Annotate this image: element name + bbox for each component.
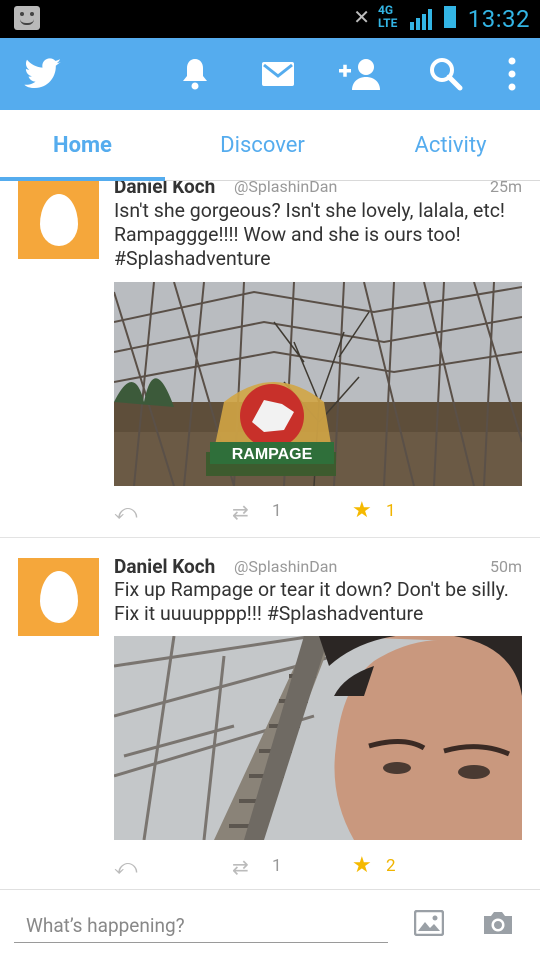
timeline-feed[interactable]: Daniel Koch @SplashinDan 25m Isn't she g…	[0, 181, 540, 889]
battery-icon	[444, 6, 456, 28]
favorite-count: 1	[386, 501, 396, 521]
retweet-count: 1	[272, 856, 282, 876]
reply-icon[interactable]: ⤺	[114, 500, 138, 525]
retweet-icon[interactable]: ⇄	[232, 500, 249, 524]
tweet-timestamp: 50m	[489, 557, 522, 576]
tweet-media-image[interactable]	[114, 636, 522, 840]
tweet-author-name[interactable]: Daniel Koch	[114, 181, 215, 198]
twitter-bird-glyph	[24, 58, 61, 88]
add-user-icon[interactable]	[336, 54, 384, 94]
mute-icon: ✕	[353, 5, 370, 29]
status-time: 13:32	[467, 5, 530, 33]
compose-tweet-input[interactable]: What’s happening?	[14, 910, 388, 943]
tab-discover[interactable]: Discover	[180, 110, 345, 180]
tab-activity[interactable]: Activity	[368, 110, 533, 180]
rampage-sign-text: RAMPAGE	[232, 446, 313, 463]
favorite-count: 2	[386, 856, 396, 876]
favorite-star-icon[interactable]: ★	[352, 853, 372, 878]
envelope-glyph	[262, 62, 294, 86]
user-avatar[interactable]	[18, 558, 99, 636]
compose-bar: What’s happening?	[0, 889, 540, 961]
magnifier-glyph	[430, 58, 463, 91]
tweet-timestamp: 25m	[489, 181, 522, 196]
tweet-media-image[interactable]: RAMPAGE	[114, 282, 522, 486]
reply-icon[interactable]: ⤺	[114, 855, 138, 880]
three-dots-glyph	[508, 57, 516, 91]
default-egg-avatar-icon	[39, 571, 78, 623]
app-action-bar	[0, 38, 540, 110]
tab-home[interactable]: Home	[0, 110, 165, 180]
tweet-text: Isn't she gorgeous? Isn't she lovely, la…	[114, 199, 505, 270]
selfie-coaster-photo	[114, 636, 522, 840]
notification-app-icon	[14, 6, 40, 30]
roller-coaster-photo: RAMPAGE	[114, 282, 522, 486]
tweet-actions: ⤺ ⇄ 1 ★ 1	[114, 498, 524, 528]
overflow-menu-icon[interactable]	[500, 54, 524, 94]
messages-envelope-icon[interactable]	[260, 54, 296, 94]
tab-bar: Home Discover Activity	[0, 110, 540, 181]
network-type-label: 4G LTE	[378, 3, 398, 30]
retweet-count: 1	[272, 501, 282, 521]
tweet-header: Daniel Koch @SplashinDan 25m	[114, 181, 522, 201]
tweet-author-handle[interactable]: @SplashinDan	[234, 181, 337, 196]
add-photo-icon[interactable]	[414, 910, 444, 936]
camera-icon[interactable]	[482, 910, 514, 936]
tweet-text: Fix up Rampage or tear it down? Don't be…	[114, 578, 509, 625]
retweet-icon[interactable]: ⇄	[232, 855, 249, 879]
user-avatar[interactable]	[18, 181, 99, 259]
tweet-actions: ⤺ ⇄ 1 ★ 2	[114, 853, 524, 883]
add-user-glyph	[339, 59, 380, 90]
tweet-author-name[interactable]: Daniel Koch	[114, 555, 215, 578]
twitter-bird-icon[interactable]	[22, 54, 64, 94]
default-egg-avatar-icon	[39, 194, 78, 246]
tweet-item[interactable]: Daniel Koch @SplashinDan 25m Isn't she g…	[0, 181, 540, 537]
compose-placeholder: What’s happening?	[26, 914, 185, 937]
favorite-star-icon[interactable]: ★	[352, 498, 372, 523]
status-bar: ✕ 4G LTE 13:32	[0, 0, 540, 38]
search-icon[interactable]	[428, 54, 464, 94]
tweet-author-handle[interactable]: @SplashinDan	[234, 557, 337, 576]
notifications-bell-icon[interactable]	[178, 54, 212, 94]
tweet-item[interactable]: Daniel Koch @SplashinDan 50m Fix up Ramp…	[0, 538, 540, 889]
bell-glyph	[183, 59, 207, 90]
signal-strength-icon	[410, 9, 432, 30]
